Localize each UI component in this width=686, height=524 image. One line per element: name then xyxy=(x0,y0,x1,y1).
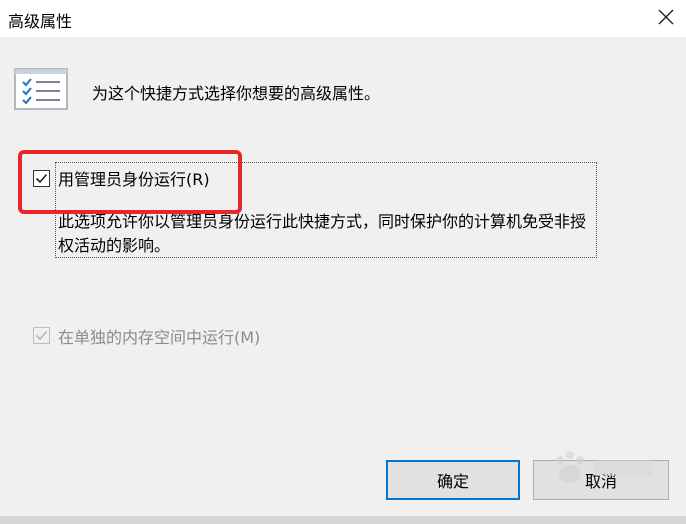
window-title: 高级属性 xyxy=(8,12,73,31)
taskbar-edge xyxy=(0,516,686,524)
checkmark-icon xyxy=(35,330,48,341)
title-bar: 高级属性 xyxy=(0,0,686,37)
header-description: 为这个快捷方式选择你想要的高级属性。 xyxy=(92,84,381,103)
highlight-annotation-box xyxy=(18,150,242,214)
separate-memory-label: 在单独的内存空间中运行(M) xyxy=(58,328,261,347)
separate-memory-checkbox xyxy=(33,327,50,344)
watermark-logo xyxy=(538,446,658,492)
close-icon xyxy=(658,9,674,25)
run-as-admin-description: 此选项允许你以管理员身份运行此快捷方式，同时保护你的计算机免受非授权活动的影响。 xyxy=(58,212,587,255)
properties-list-icon xyxy=(14,68,68,110)
close-button[interactable] xyxy=(646,0,686,34)
ok-button[interactable]: 确定 xyxy=(386,460,520,500)
